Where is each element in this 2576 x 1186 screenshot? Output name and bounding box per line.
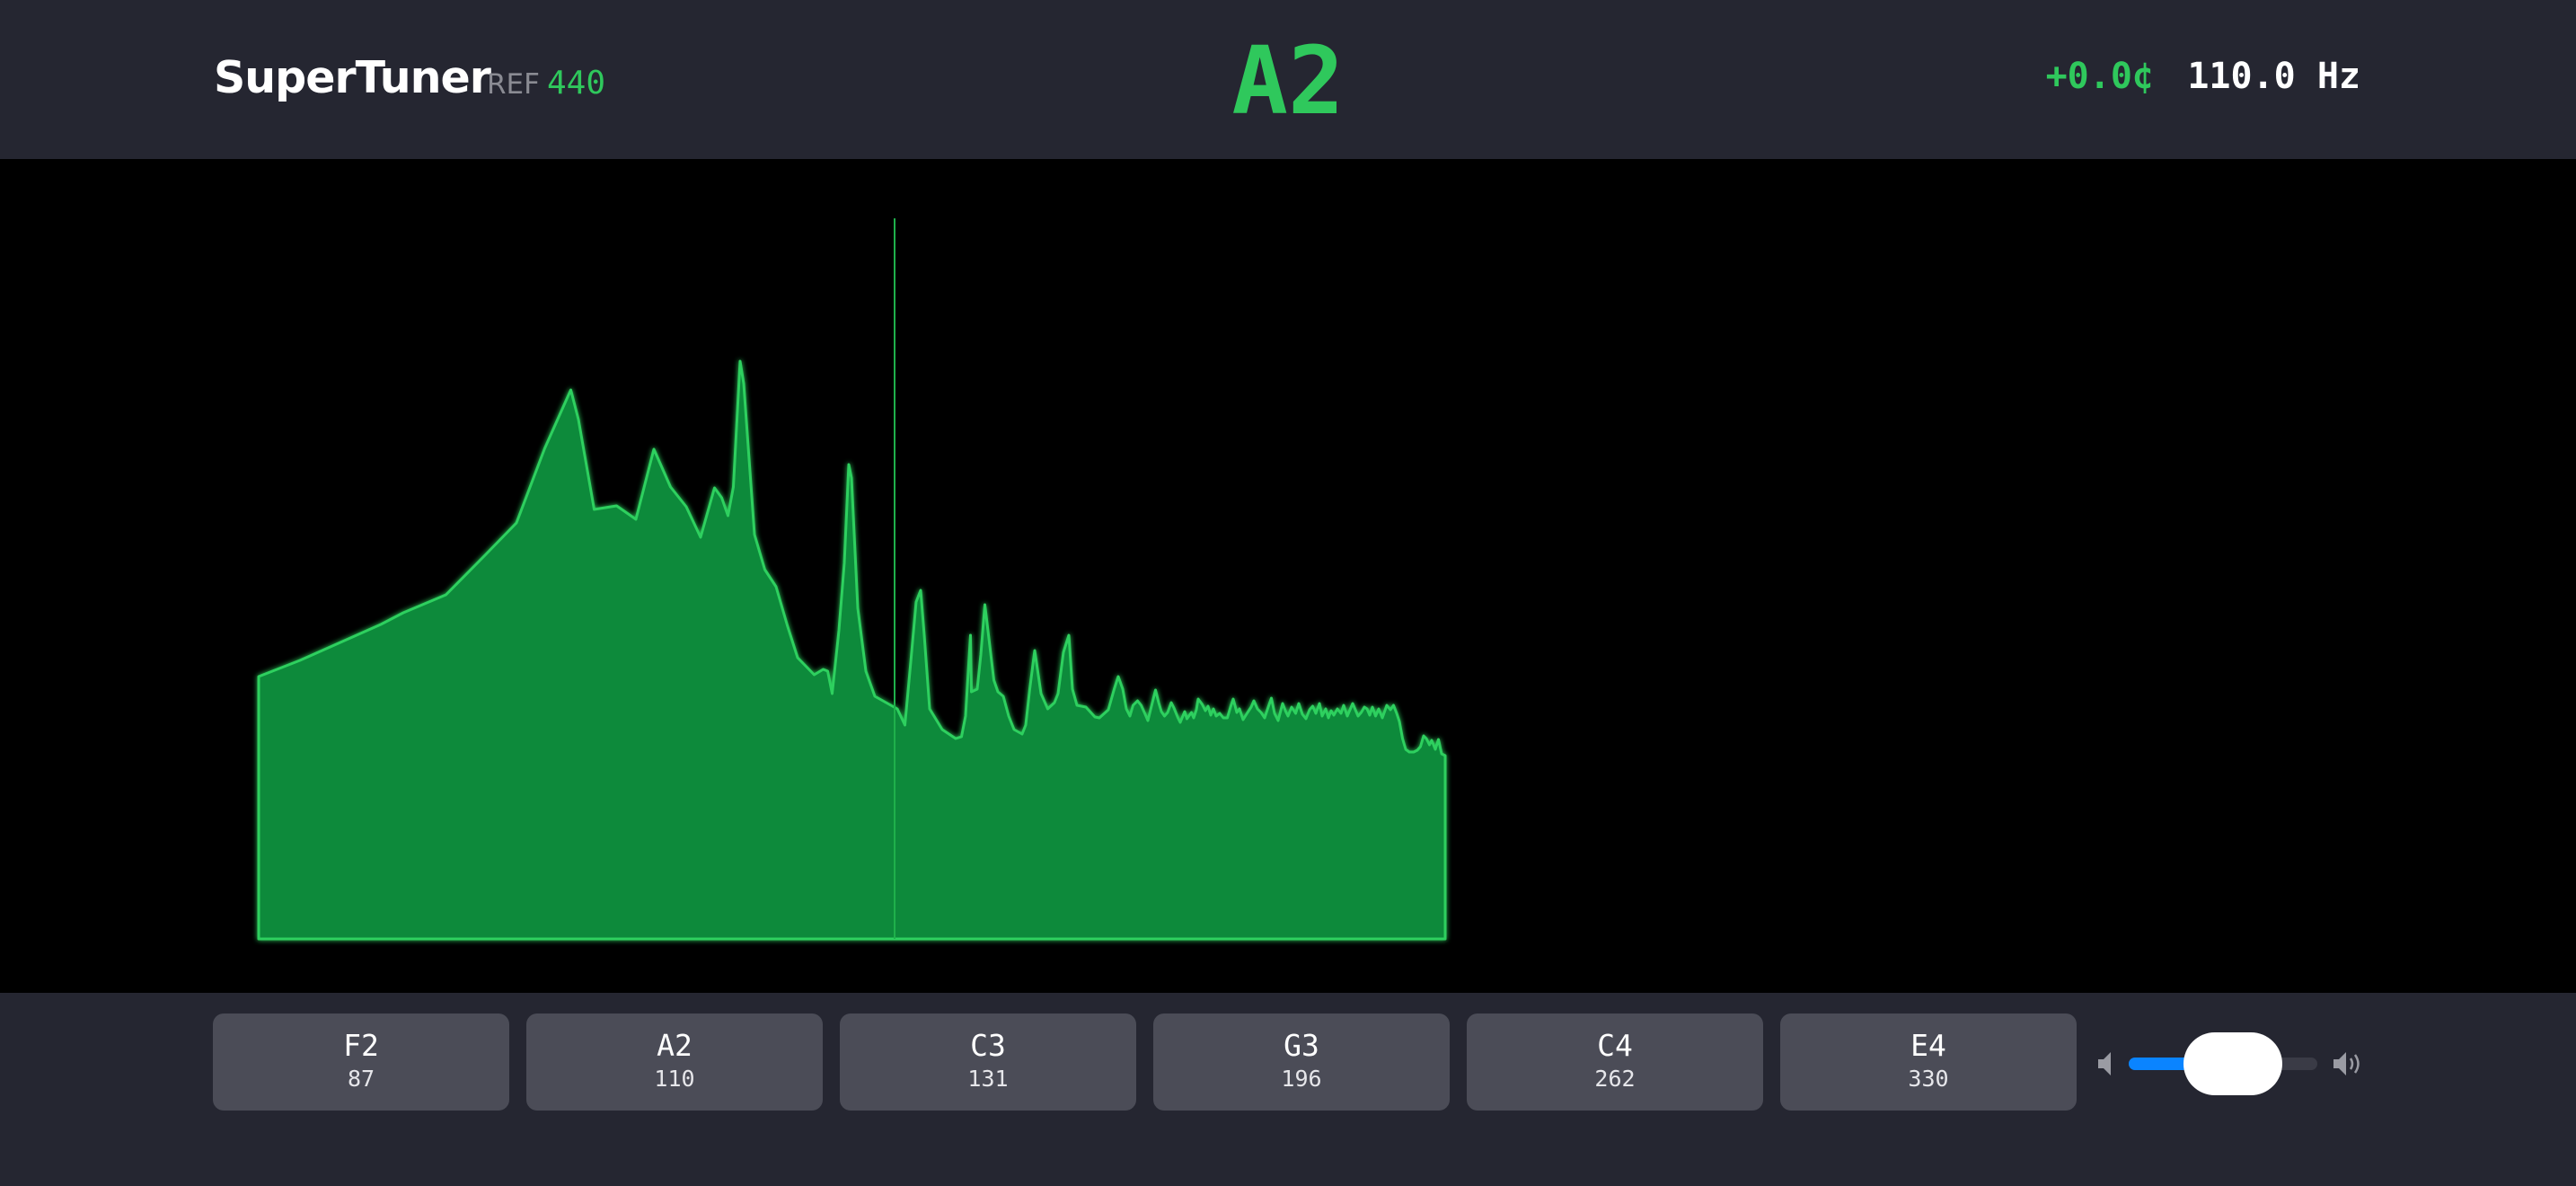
string-frequency: 196 [1281, 1066, 1322, 1092]
spectrum-display [0, 159, 2576, 993]
string-button-c4[interactable]: C4 262 [1467, 1013, 1763, 1111]
string-frequency: 131 [967, 1066, 1009, 1092]
string-button-a2[interactable]: A2 110 [526, 1013, 823, 1111]
string-frequency: 330 [1908, 1066, 1949, 1092]
string-button-f2[interactable]: F2 87 [213, 1013, 509, 1111]
string-frequency: 87 [347, 1066, 375, 1092]
spectrum-area [257, 359, 1447, 941]
string-note: G3 [1284, 1028, 1319, 1063]
string-button-g3[interactable]: G3 196 [1153, 1013, 1450, 1111]
string-button-e4[interactable]: E4 330 [1780, 1013, 2077, 1111]
string-frequency: 110 [654, 1066, 695, 1092]
volume-slider-knob[interactable] [2183, 1032, 2282, 1095]
volume-slider[interactable] [2129, 1032, 2317, 1095]
speaker-high-icon [2332, 1049, 2364, 1083]
string-button-c3[interactable]: C3 131 [840, 1013, 1136, 1111]
string-note: E4 [1910, 1028, 1946, 1063]
spectrum-chart [257, 218, 1447, 941]
string-frequency: 262 [1594, 1066, 1636, 1092]
string-note: C3 [970, 1028, 1006, 1063]
detected-frequency: 110.0 Hz [2187, 56, 2360, 97]
header-bar: SuperTuner REF 440 A2 +0.0¢ 110.0 Hz [0, 0, 2576, 159]
cents-offset: +0.0¢ [2045, 56, 2154, 97]
string-note: A2 [657, 1028, 693, 1063]
string-note: C4 [1597, 1028, 1633, 1063]
speaker-low-icon [2096, 1049, 2120, 1083]
bottom-toolbar: F2 87 A2 110 C3 131 G3 196 C4 262 E4 330 [0, 993, 2576, 1186]
string-note: F2 [343, 1028, 379, 1063]
